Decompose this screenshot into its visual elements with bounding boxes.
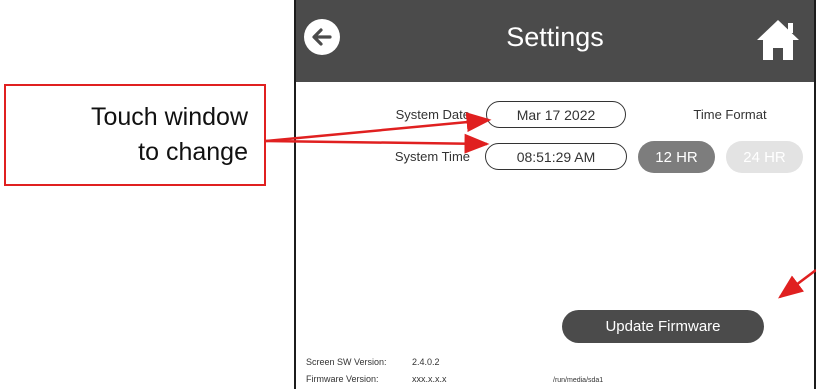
arrow-to-date-field [265, 112, 492, 143]
arrow-to-time-field [265, 133, 490, 154]
annotation-arrows [265, 112, 816, 299]
arrow-to-firmware [778, 269, 816, 299]
